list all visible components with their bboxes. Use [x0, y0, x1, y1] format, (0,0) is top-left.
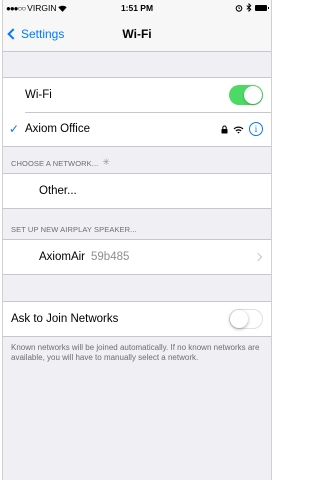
page-title: Wi-Fi — [122, 27, 152, 41]
wifi-settings-screen: ●●●○○ VIRGIN 1:51 PM Settings Wi-Fi Wi-F… — [2, 0, 272, 480]
airplay-header-text: SET UP NEW AIRPLAY SPEAKER... — [11, 225, 137, 234]
airplay-device-name: AxiomAir — [39, 251, 86, 263]
chevron-right-icon — [253, 252, 263, 262]
checkmark-icon: ✓ — [9, 122, 20, 136]
ask-to-join-group: Ask to Join Networks — [3, 301, 271, 337]
ask-to-join-toggle[interactable] — [229, 309, 263, 329]
airplay-device-id: 59b485 — [91, 251, 130, 263]
navigation-bar: Settings Wi-Fi — [3, 18, 271, 52]
ask-to-join-label: Ask to Join Networks — [11, 313, 119, 325]
status-time: 1:51 PM — [120, 3, 154, 13]
choose-network-header-text: CHOOSE A NETWORK... — [11, 159, 99, 168]
choose-network-group: Other... — [3, 173, 271, 209]
alarm-icon — [235, 4, 243, 12]
wifi-toggle-row: Wi-Fi — [3, 78, 271, 112]
status-bar: ●●●○○ VIRGIN 1:51 PM — [3, 0, 271, 18]
ask-to-join-description: Known networks will be joined automatica… — [11, 343, 260, 362]
airplay-device-label: AxiomAir 59b485 — [39, 251, 129, 263]
status-right — [235, 3, 269, 12]
airplay-group: AxiomAir 59b485 — [3, 239, 271, 275]
airplay-device-row[interactable]: AxiomAir 59b485 — [3, 240, 271, 274]
current-network-row[interactable]: ✓ Axiom Office i — [3, 112, 271, 146]
network-icons: i — [221, 122, 263, 136]
lock-icon — [221, 125, 228, 133]
top-bar: ●●●○○ VIRGIN 1:51 PM Settings Wi-Fi — [3, 0, 271, 52]
current-network-name: Axiom Office — [25, 123, 90, 135]
other-network-label: Other... — [39, 185, 77, 197]
wifi-strength-icon — [233, 126, 244, 134]
bluetooth-icon — [246, 3, 252, 12]
choose-network-header: CHOOSE A NETWORK... ✳ — [3, 147, 271, 173]
wifi-label: Wi-Fi — [25, 89, 52, 101]
loading-spinner-icon: ✳ — [102, 157, 110, 167]
airplay-header: SET UP NEW AIRPLAY SPEAKER... — [3, 209, 271, 239]
battery-icon — [255, 4, 269, 11]
toggle-knob — [244, 86, 262, 104]
ask-to-join-row: Ask to Join Networks — [3, 302, 271, 336]
info-button[interactable]: i — [249, 122, 263, 136]
wifi-group: Wi-Fi ✓ Axiom Office i — [3, 77, 271, 147]
wifi-toggle[interactable] — [229, 85, 263, 105]
other-network-row[interactable]: Other... — [3, 174, 271, 208]
toggle-knob — [230, 310, 248, 328]
